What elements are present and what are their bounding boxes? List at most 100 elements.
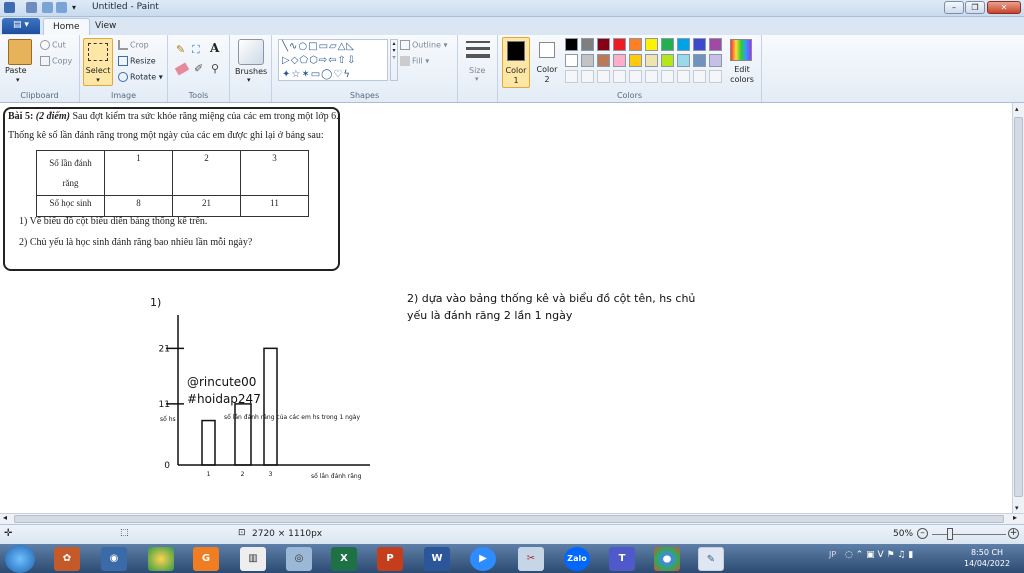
paint-taskbar-icon[interactable]: ✎: [698, 547, 724, 571]
color-swatch[interactable]: [597, 38, 610, 51]
color-swatch[interactable]: [613, 54, 626, 67]
color1-button[interactable]: Color 1: [502, 37, 530, 88]
quick-access-dropdown-icon[interactable]: ▾: [72, 2, 83, 13]
eraser-icon[interactable]: [174, 62, 190, 76]
zalo-icon[interactable]: Zalo: [564, 547, 590, 571]
shapes-gallery[interactable]: ╲∿○□▭▱△◺ ▷◇⬠⬡⇨⇦⇧⇩ ✦☆✶▭◯♡ϟ: [278, 39, 388, 81]
chrome-icon[interactable]: [148, 547, 174, 571]
text-tool-icon[interactable]: A: [210, 41, 219, 55]
tray-icons[interactable]: ◌ ⌃ ▣ V ⚑ ♫ ▮: [845, 550, 913, 560]
scroll-left-icon[interactable]: ◂: [3, 513, 7, 522]
custom-color-slot[interactable]: [629, 70, 642, 83]
color-swatch[interactable]: [709, 54, 722, 67]
color-swatch[interactable]: [597, 54, 610, 67]
scroll-down-icon[interactable]: ▾: [1015, 504, 1019, 512]
taskbar-app-leaf-icon[interactable]: ✿: [54, 547, 80, 571]
taskbar-app-owl-icon[interactable]: ◉: [101, 547, 127, 571]
taskbar-app-unikey-icon[interactable]: ◎: [286, 547, 312, 571]
fill-bucket-icon[interactable]: ⛶: [192, 43, 200, 57]
scroll-right-icon[interactable]: ▸: [1013, 513, 1017, 522]
teams-icon[interactable]: T: [609, 547, 635, 571]
color-swatch[interactable]: [677, 54, 690, 67]
custom-color-slot[interactable]: [709, 70, 722, 83]
brushes-button[interactable]: Brushes: [235, 67, 267, 76]
canvas[interactable]: Bài 5: (2 điểm) Sau đợt kiểm tra sức khỏ…: [0, 103, 1012, 513]
color-swatch[interactable]: [565, 54, 578, 67]
word-icon[interactable]: W: [424, 547, 450, 571]
edit-colors-button[interactable]: Edit colors: [728, 65, 756, 85]
custom-color-slot[interactable]: [613, 70, 626, 83]
color-swatch[interactable]: [645, 54, 658, 67]
magnifier-icon[interactable]: ⚲: [211, 62, 219, 75]
paste-icon[interactable]: [8, 39, 32, 65]
shapes-gallery-scroll[interactable]: ▴ ▾ ▿: [390, 39, 398, 81]
excel-icon[interactable]: X: [331, 547, 357, 571]
color-swatch[interactable]: [629, 54, 642, 67]
custom-color-slot[interactable]: [597, 70, 610, 83]
pencil-icon[interactable]: ✎: [176, 43, 185, 56]
custom-color-slot[interactable]: [693, 70, 706, 83]
vertical-scrollbar[interactable]: ▴ ▾: [1012, 103, 1024, 513]
redo-icon[interactable]: [56, 2, 67, 13]
color-swatch[interactable]: [709, 38, 722, 51]
powerpoint-icon[interactable]: P: [377, 547, 403, 571]
custom-color-slot[interactable]: [677, 70, 690, 83]
copy-button[interactable]: Copy: [40, 56, 72, 66]
size-group: Size ▾: [458, 35, 498, 102]
zoom-in-button[interactable]: +: [1008, 528, 1019, 539]
color-swatch[interactable]: [645, 38, 658, 51]
zoom-out-button[interactable]: –: [917, 528, 928, 539]
color-swatch[interactable]: [629, 38, 642, 51]
file-menu-button[interactable]: ▤ ▾: [2, 18, 40, 34]
taskbar-app-tool-icon[interactable]: ▥: [240, 547, 266, 571]
size-button[interactable]: Size: [469, 66, 485, 75]
horizontal-scrollbar[interactable]: ◂ ▸: [0, 513, 1024, 524]
status-bar: ✛ ⬚ ⊡ 2720 × 1110px 50% – +: [0, 524, 1024, 544]
color-picker-icon[interactable]: ✐: [194, 62, 203, 75]
system-clock[interactable]: 8:50 CH 14/04/2022: [957, 547, 1017, 569]
zoom-app-icon[interactable]: ▶: [470, 547, 496, 571]
color-swatch[interactable]: [581, 54, 594, 67]
color-swatch[interactable]: [661, 38, 674, 51]
taskbar-app-foxit-icon[interactable]: G: [193, 547, 219, 571]
color-swatch[interactable]: [677, 38, 690, 51]
save-icon[interactable]: [26, 2, 37, 13]
color-swatch[interactable]: [693, 38, 706, 51]
resize-button[interactable]: Resize: [118, 56, 156, 66]
select-button[interactable]: Select ▾: [83, 38, 113, 86]
color-swatch[interactable]: [661, 54, 674, 67]
zoom-slider[interactable]: [932, 534, 1006, 535]
color-swatch[interactable]: [613, 38, 626, 51]
horizontal-scroll-thumb[interactable]: [14, 515, 1004, 523]
custom-color-slot[interactable]: [645, 70, 658, 83]
crop-button[interactable]: Crop: [118, 40, 149, 50]
paint-app-icon[interactable]: [4, 2, 15, 13]
maximize-button[interactable]: ❐: [965, 1, 985, 14]
outline-button[interactable]: Outline ▾: [400, 40, 448, 50]
language-indicator[interactable]: JP: [829, 550, 836, 559]
fill-button[interactable]: Fill ▾: [400, 56, 429, 66]
chrome-icon-2[interactable]: [654, 547, 680, 571]
custom-color-slot[interactable]: [565, 70, 578, 83]
scroll-up-icon[interactable]: ▴: [1015, 105, 1019, 113]
cut-button[interactable]: Cut: [40, 40, 66, 50]
undo-icon[interactable]: [42, 2, 53, 13]
tab-view[interactable]: View: [86, 18, 125, 35]
color2-button[interactable]: Color 2: [534, 37, 560, 88]
minimize-button[interactable]: –: [944, 1, 964, 14]
color-swatch[interactable]: [581, 38, 594, 51]
color-swatch[interactable]: [693, 54, 706, 67]
vertical-scroll-thumb[interactable]: [1014, 117, 1023, 497]
outline-icon: [400, 40, 410, 50]
close-button[interactable]: ✕: [987, 1, 1021, 14]
paste-button[interactable]: Paste: [5, 66, 27, 75]
custom-color-slot[interactable]: [581, 70, 594, 83]
start-button[interactable]: [5, 545, 35, 573]
snipping-tool-icon[interactable]: ✂: [518, 547, 544, 571]
tab-home[interactable]: Home: [43, 18, 90, 35]
brush-icon[interactable]: [238, 39, 264, 65]
rotate-button[interactable]: Rotate ▾: [118, 72, 163, 82]
color-swatch[interactable]: [565, 38, 578, 51]
custom-color-slot[interactable]: [661, 70, 674, 83]
zoom-slider-thumb[interactable]: [947, 528, 953, 540]
